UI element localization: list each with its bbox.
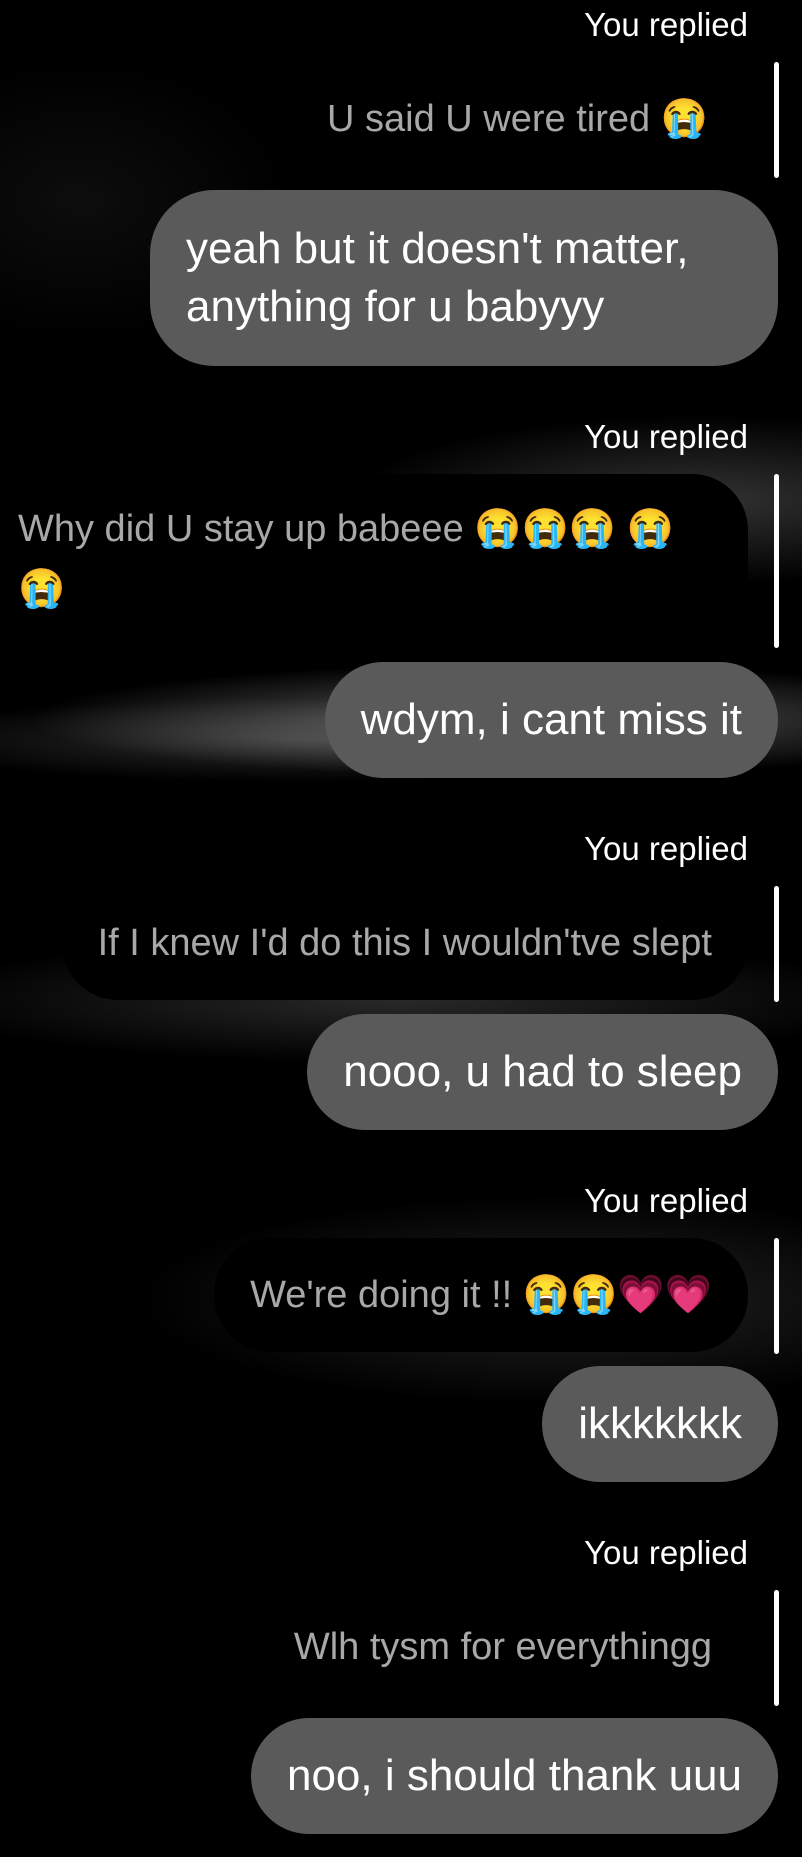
- quoted-message[interactable]: We're doing it !! 😭😭💗💗: [214, 1238, 748, 1352]
- quoted-message[interactable]: If I knew I'd do this I wouldn'tve slept: [61, 886, 748, 1000]
- quote-indicator-bar: [774, 886, 779, 1002]
- quote-indicator-bar: [774, 474, 779, 648]
- sent-message[interactable]: ikkkkkkk: [542, 1366, 778, 1482]
- sent-message[interactable]: wdym, i cant miss it: [324, 662, 778, 778]
- quote-indicator-bar: [774, 1238, 779, 1354]
- you-replied-label: You replied: [584, 418, 748, 455]
- chat-thread[interactable]: You replied U said U were tired 😭 yeah b…: [0, 0, 802, 1857]
- quote-indicator-bar: [774, 62, 779, 178]
- you-replied-label: You replied: [584, 1182, 748, 1219]
- quoted-message[interactable]: Why did U stay up babeee 😭😭😭 😭😭: [0, 474, 748, 648]
- sent-message[interactable]: yeah but it doesn't matter, anything for…: [150, 190, 778, 366]
- you-replied-label: You replied: [584, 6, 748, 43]
- quote-indicator-bar: [774, 1590, 779, 1706]
- you-replied-label: You replied: [584, 830, 748, 867]
- sent-message[interactable]: nooo, u had to sleep: [307, 1014, 778, 1130]
- quoted-message[interactable]: U said U were tired 😭: [287, 62, 748, 176]
- quoted-message[interactable]: Wlh tysm for everythingg: [257, 1590, 748, 1704]
- you-replied-label: You replied: [584, 1534, 748, 1571]
- sent-message[interactable]: noo, i should thank uuu: [250, 1718, 778, 1834]
